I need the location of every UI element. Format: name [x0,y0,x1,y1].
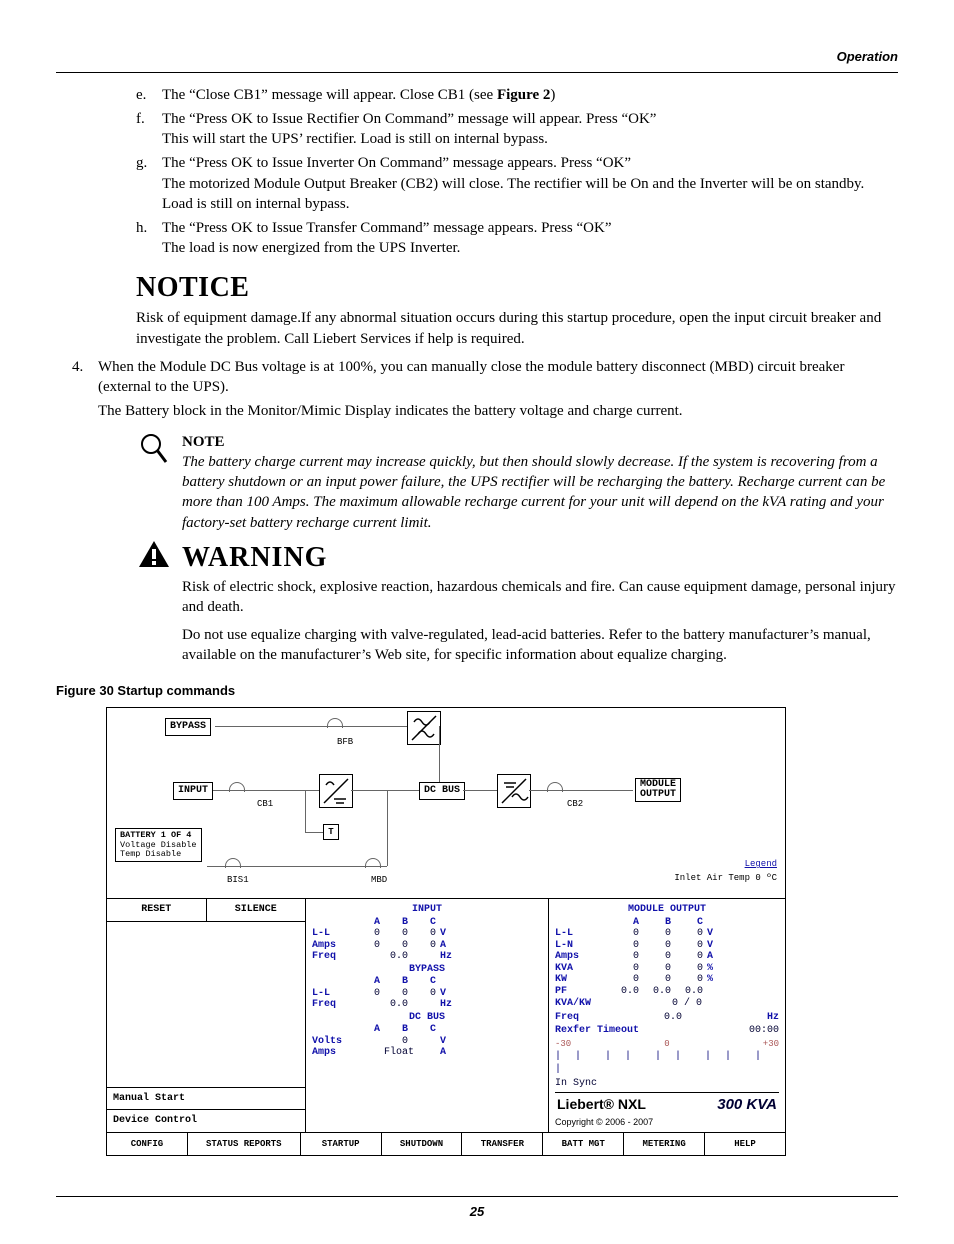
metering-button[interactable]: METERING [624,1133,705,1155]
notice-body: Risk of equipment damage.If any abnormal… [136,308,898,349]
step-e: e. The “Close CB1” message will appear. … [136,85,898,105]
note-heading: NOTE [182,432,898,452]
section-title: Operation [837,48,898,66]
page-number: 25 [56,1196,898,1221]
batt-mgt-button[interactable]: BATT MGT [543,1133,624,1155]
inverter-block-icon [497,774,531,808]
kva-label: 300 KVA [717,1095,777,1115]
body-4: When the Module DC Bus voltage is at 100… [98,357,898,422]
warning-block: WARNING Risk of electric shock, explosiv… [136,539,898,666]
bis1-label: BIS1 [227,874,249,886]
input-label: INPUT [173,782,213,800]
note-body: The battery charge current may increase … [182,452,898,533]
dcbus-label: DC BUS [419,782,465,800]
note-block: NOTE The battery charge current may incr… [136,432,898,533]
mimic-diagram: BYPASS BFB INPUT CB1 DC BUS CB2 MODULE O… [107,708,785,899]
warning-p1: Risk of electric shock, explosive reacti… [182,577,898,618]
startup-button[interactable]: STARTUP [301,1133,382,1155]
mimic-bottom-bar: CONFIG STATUS REPORTS STARTUP SHUTDOWN T… [107,1132,785,1155]
mimic-center-panel: INPUT ABCL-L000VAmps000AFreq0.0Hz BYPASS… [306,899,549,1132]
bypass-header: BYPASS [312,963,542,977]
insync-label: In Sync [555,1077,779,1091]
module-output-label: MODULE OUTPUT [635,778,681,802]
input-header: INPUT [312,903,542,917]
marker-4: 4. [72,357,98,422]
config-button[interactable]: CONFIG [107,1133,188,1155]
shutdown-button[interactable]: SHUTDOWN [382,1133,463,1155]
cb2-label: CB2 [567,798,583,810]
warning-text: WARNING Risk of electric shock, explosiv… [182,539,898,666]
body-e: The “Close CB1” message will appear. Clo… [162,85,898,105]
note-text: NOTE The battery charge current may incr… [182,432,898,533]
brand-label: Liebert® NXL [557,1095,646,1114]
warning-heading: WARNING [182,539,898,577]
warning-p2: Do not use equalize charging with valve-… [182,625,898,666]
module-output-header: MODULE OUTPUT [555,903,779,917]
help-button[interactable]: HELP [705,1133,785,1155]
output-table: ABCL-L000VL-N000VAmps000AKVA000%KW000%PF… [555,917,779,998]
notice-heading: NOTICE [136,269,898,307]
page-header: Operation [56,48,898,73]
manual-start-button[interactable]: Manual Start [107,1087,305,1110]
bypass-block-icon [407,711,441,745]
step-4: 4. When the Module DC Bus voltage is at … [72,357,898,422]
bfb-label: BFB [337,736,353,748]
mimic-left-panel: RESET SILENCE Manual Start Device Contro… [107,899,306,1132]
transfer-button[interactable]: TRANSFER [462,1133,543,1155]
marker-e: e. [136,85,162,105]
body-f: The “Press OK to Issue Rectifier On Comm… [162,109,898,150]
reset-button[interactable]: RESET [107,899,207,921]
dcbus-table: ABCVolts0VAmpsFloatA [312,1024,542,1059]
mimic-mid: RESET SILENCE Manual Start Device Contro… [107,899,785,1132]
step-f: f. The “Press OK to Issue Rectifier On C… [136,109,898,150]
body-g: The “Press OK to Issue Inverter On Comma… [162,153,898,214]
body-h: The “Press OK to Issue Transfer Command”… [162,218,898,259]
dcbus-header: DC BUS [312,1011,542,1025]
mbd-label: MBD [371,874,387,886]
bypass-table: ABCL-L000VFreq0.0Hz [312,976,542,1011]
notice-block: NOTICE Risk of equipment damage.If any a… [136,269,898,349]
step-h: h. The “Press OK to Issue Transfer Comma… [136,218,898,259]
battery-box: BATTERY 1 OF 4 Voltage Disable Temp Disa… [115,828,202,862]
warning-icon [136,539,172,666]
status-reports-button[interactable]: STATUS REPORTS [188,1133,301,1155]
rectifier-block-icon [319,774,353,808]
silence-button[interactable]: SILENCE [207,899,306,921]
mimic-panel: BYPASS BFB INPUT CB1 DC BUS CB2 MODULE O… [106,707,786,1156]
figure-caption: Figure 30 Startup commands [56,682,898,700]
cb1-label: CB1 [257,798,273,810]
marker-g: g. [136,153,162,214]
inlet-temp: Inlet Air Temp 0 ºC [674,872,777,884]
marker-f: f. [136,109,162,150]
legend-link[interactable]: Legend [745,858,777,870]
mimic-right-panel: MODULE OUTPUT ABCL-L000VL-N000VAmps000AK… [549,899,785,1132]
copyright-label: Copyright © 2006 - 2007 [555,1116,779,1128]
marker-h: h. [136,218,162,259]
device-control-button[interactable]: Device Control [107,1109,305,1132]
magnifier-icon [136,432,172,533]
t-block-icon: T [323,824,339,840]
step-g: g. The “Press OK to Issue Inverter On Co… [136,153,898,214]
input-table: ABCL-L000VAmps000AFreq0.0Hz [312,917,542,963]
bypass-label: BYPASS [165,718,211,736]
body-content: e. The “Close CB1” message will appear. … [136,85,898,666]
